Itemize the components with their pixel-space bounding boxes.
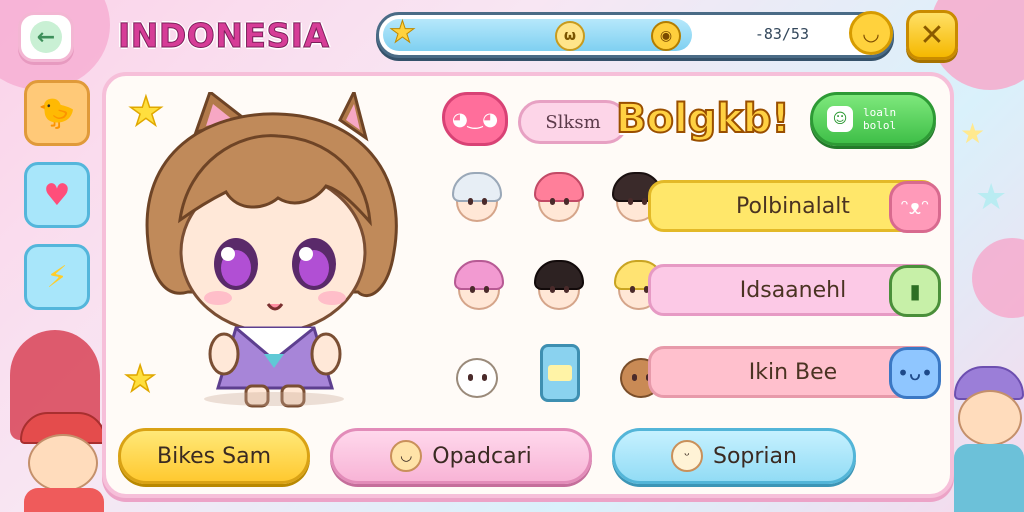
- chat-button[interactable]: ☺ loaln bolol: [810, 92, 936, 146]
- jar-label: [548, 365, 572, 381]
- stat-row[interactable]: Polbinalalt ᵔᴥᵔ: [648, 180, 941, 233]
- progress-bar: ★ ω ◉ -83/53 ◡: [376, 11, 894, 58]
- pink-blob-icon: ᵔᴥᵔ: [889, 181, 941, 233]
- avatar-pink-hair-girl[interactable]: [528, 168, 590, 230]
- bottom-button-pink[interactable]: ◡ Opadcari: [330, 428, 592, 484]
- stat-row-label: Idsaanehl: [739, 277, 847, 303]
- sidebar-button-lightning[interactable]: ⚡: [24, 244, 90, 310]
- bottom-button-label: Soprian: [713, 443, 797, 469]
- face-icon: ◡: [390, 440, 423, 472]
- coin-stack-icon: ◉: [651, 21, 681, 51]
- close-button[interactable]: ✕: [906, 10, 958, 60]
- chat-button-line2: bolol: [863, 119, 897, 132]
- chick-icon: 🐤: [38, 95, 76, 131]
- avatar-hair: [534, 260, 584, 290]
- boy-body: [954, 444, 1024, 512]
- star-icon: ★: [389, 15, 417, 50]
- chat-icon: ☺: [827, 106, 853, 132]
- background-star-icon: ★: [975, 177, 1008, 218]
- heart-icon: ♥: [43, 177, 71, 213]
- avatar-white-hair-girl[interactable]: [446, 168, 508, 230]
- progress-fill: [383, 19, 693, 51]
- background-star-icon: ★: [960, 117, 986, 150]
- chibi-girl-illustration: [145, 87, 398, 408]
- back-button[interactable]: ←: [18, 12, 74, 62]
- avatar-pink-bun-girl[interactable]: [448, 256, 510, 318]
- country-title: INDONESIA: [118, 15, 330, 55]
- avatar-eye: [632, 374, 637, 381]
- jar-icon[interactable]: [540, 344, 580, 402]
- avatar-eye: [482, 374, 487, 381]
- background-balloon-right-small: [972, 238, 1024, 318]
- tag-label: Slksm: [545, 111, 601, 133]
- smiley-coin-icon: ◡: [849, 11, 893, 55]
- boy-character-right: [950, 366, 1024, 512]
- avatar-eye: [550, 286, 555, 293]
- arrow-left-icon: ←: [30, 21, 62, 53]
- avatar-hair: [534, 172, 584, 202]
- bottom-button-yellow[interactable]: Bikes Sam: [118, 428, 310, 484]
- avatar-eye: [550, 198, 555, 205]
- close-x-icon: ✕: [919, 17, 945, 53]
- bottom-button-label: Bikes Sam: [156, 443, 272, 469]
- stat-row-label: Ikin Bee: [748, 359, 838, 385]
- chibi-character[interactable]: [118, 87, 418, 412]
- boy-character-left: [16, 412, 112, 512]
- avatar-black-hair-girl[interactable]: [528, 256, 590, 318]
- avatar-eye: [468, 198, 473, 205]
- stat-row-label: Polbinalalt: [736, 193, 850, 219]
- avatar-eye: [628, 198, 633, 205]
- pink-blob-mascot-icon[interactable]: ◕‿◕: [442, 92, 508, 146]
- sidebar-button-heart[interactable]: ♥: [24, 162, 90, 228]
- avatar-eye: [564, 286, 569, 293]
- avatar-cat[interactable]: [446, 344, 508, 406]
- avatar-hair: [454, 260, 504, 290]
- boy-face: [28, 434, 98, 492]
- avatar-hair: [452, 172, 502, 202]
- panel-title: Bolgkb!: [615, 95, 791, 143]
- chat-button-line1: loaln: [863, 106, 897, 119]
- avatar-eye: [468, 374, 473, 381]
- cloud-face-icon: ᵕ: [671, 440, 703, 472]
- avatar-eye: [630, 286, 635, 293]
- character-shadow: [204, 392, 344, 406]
- avatar-eye: [482, 198, 487, 205]
- avatar-face: [456, 358, 498, 398]
- chat-button-label: loaln bolol: [863, 106, 896, 132]
- boy-body: [24, 488, 104, 512]
- stat-row[interactable]: Ikin Bee •ᴗ•: [648, 346, 941, 399]
- lightning-icon: ⚡: [46, 259, 68, 295]
- stat-row[interactable]: Idsaanehl ▮: [648, 264, 941, 317]
- sidebar-button-chick[interactable]: 🐤: [24, 80, 90, 146]
- bottom-button-blue[interactable]: ᵕ Soprian: [612, 428, 856, 484]
- avatar-eye: [564, 198, 569, 205]
- avatar-eye: [470, 286, 475, 293]
- cookie-icon: ω: [555, 21, 585, 51]
- blue-blob-icon: •ᴗ•: [889, 347, 941, 399]
- boy-face: [958, 390, 1022, 446]
- green-gem-icon: ▮: [889, 265, 941, 317]
- avatar-eye: [642, 198, 647, 205]
- bottom-button-label: Opadcari: [432, 443, 532, 469]
- progress-text: -83/53: [754, 25, 809, 43]
- avatar-eye: [484, 286, 489, 293]
